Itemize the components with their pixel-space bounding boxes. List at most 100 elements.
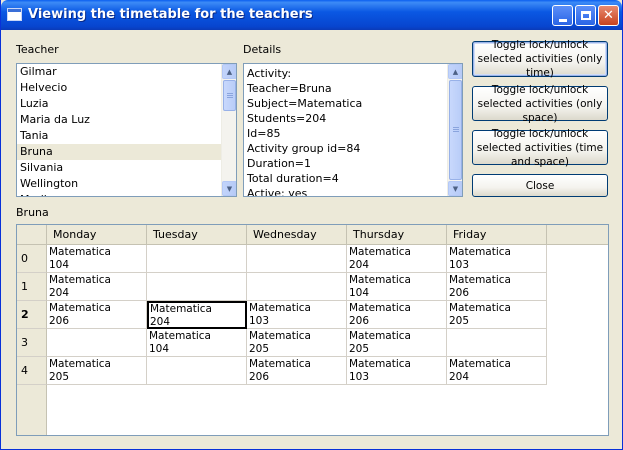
minimize-button[interactable] xyxy=(552,5,573,26)
cell-subject: Matematica xyxy=(449,274,511,286)
header-filler xyxy=(547,225,608,245)
timetable-cell[interactable]: Matematica 205 xyxy=(247,329,347,357)
timetable-cell[interactable]: Matematica 204 xyxy=(47,273,147,301)
details-line: Subject=Matematica xyxy=(247,97,363,110)
teacher-list-item[interactable]: Tania xyxy=(17,128,236,144)
timetable-cell[interactable] xyxy=(147,245,247,273)
maximize-icon xyxy=(580,11,591,20)
column-header-monday[interactable]: Monday xyxy=(47,225,147,245)
cell-students: 204 xyxy=(449,371,470,383)
grip-line xyxy=(453,131,459,132)
cell-students: 206 xyxy=(449,287,470,299)
details-line: Students=204 xyxy=(247,112,327,125)
toggle-lock-space-button[interactable]: Toggle lock/unlock selected activities (… xyxy=(472,84,608,124)
timetable-cell[interactable]: Matematica 103 xyxy=(447,245,547,273)
column-header-thursday[interactable]: Thursday xyxy=(347,225,447,245)
cell-students: 204 xyxy=(49,287,70,299)
toggle-lock-both-button[interactable]: Toggle lock/unlock selected activities (… xyxy=(472,128,608,168)
grip-line xyxy=(453,129,459,130)
cell-subject: Matematica xyxy=(49,358,111,370)
close-button[interactable]: Close xyxy=(472,174,608,197)
timetable-table[interactable]: Monday Tuesday Wednesday Thursday Friday 012… xyxy=(16,224,609,436)
details-line: Activity: xyxy=(247,67,292,80)
scroll-up-arrow-icon[interactable]: ▲ xyxy=(222,64,236,79)
cell-subject: Matematica xyxy=(449,246,511,258)
teacher-list-item[interactable]: Silvania xyxy=(17,160,236,176)
teacher-list[interactable]: Gilmar Helvecio Luzia Maria da Luz Tania Brun… xyxy=(16,63,237,197)
row-header-4[interactable]: 4 xyxy=(17,357,47,385)
timetable-cell[interactable] xyxy=(247,273,347,301)
timetable-cell[interactable]: Matematica 104 xyxy=(47,245,147,273)
cell-students: 205 xyxy=(249,343,270,355)
timetable-cell[interactable] xyxy=(147,357,247,385)
toggle-lock-time-button[interactable]: Toggle lock/unlock selected activities (… xyxy=(472,39,608,79)
cell-students: 104 xyxy=(49,259,70,271)
timetable-cell[interactable]: Matematica 206 xyxy=(347,301,447,329)
teacher-list-item[interactable]: Maria da Luz xyxy=(17,112,236,128)
selected-teacher-label: Bruna xyxy=(16,206,49,219)
details-line: Duration=1 xyxy=(247,157,311,170)
teacher-list-item[interactable]: Marli xyxy=(17,192,236,196)
teacher-label: Teacher xyxy=(16,43,59,56)
cell-subject: Matematica xyxy=(349,274,411,286)
timetable-cell[interactable]: Matematica 204 xyxy=(147,301,247,329)
scroll-down-arrow-icon[interactable]: ▼ xyxy=(448,181,462,196)
close-window-button[interactable]: ✕ xyxy=(598,5,619,26)
cell-students: 206 xyxy=(49,315,70,327)
cell-subject: Matematica xyxy=(349,330,411,342)
column-header-wednesday[interactable]: Wednesday xyxy=(247,225,347,245)
window-icon xyxy=(7,8,22,21)
row-header-2[interactable]: 2 xyxy=(17,301,47,329)
timetable-cell[interactable]: Matematica 204 xyxy=(447,357,547,385)
teacher-list-item[interactable]: Wellington xyxy=(17,176,236,192)
row-header-3[interactable]: 3 xyxy=(17,329,47,357)
window-title: Viewing the timetable for the teachers xyxy=(28,7,313,22)
cell-students: 204 xyxy=(349,259,370,271)
timetable-cell[interactable] xyxy=(47,329,147,357)
timetable-cell[interactable] xyxy=(447,329,547,357)
timetable-cell[interactable]: Matematica 104 xyxy=(347,273,447,301)
close-icon: ✕ xyxy=(603,8,614,23)
cell-students: 204 xyxy=(150,316,171,328)
cell-subject: Matematica xyxy=(449,358,511,370)
row-header-0[interactable]: 0 xyxy=(17,245,47,273)
teacher-list-item[interactable]: Gilmar xyxy=(17,64,236,80)
cell-subject: Matematica xyxy=(150,303,212,315)
cell-students: 206 xyxy=(249,371,270,383)
timetable-cell[interactable]: Matematica 206 xyxy=(47,301,147,329)
timetable-cell[interactable]: Matematica 206 xyxy=(247,357,347,385)
timetable-cell[interactable]: Matematica 104 xyxy=(147,329,247,357)
timetable-cell[interactable] xyxy=(147,273,247,301)
teacher-list-item[interactable]: Bruna xyxy=(17,144,236,160)
scrollbar-thumb[interactable] xyxy=(449,80,462,180)
scroll-down-arrow-icon[interactable]: ▼ xyxy=(222,181,236,196)
title-bar[interactable]: Viewing the timetable for the teachers ✕ xyxy=(1,0,622,30)
timetable-cell[interactable]: Matematica 205 xyxy=(47,357,147,385)
table-corner xyxy=(17,225,47,245)
column-header-tuesday[interactable]: Tuesday xyxy=(147,225,247,245)
row-header-1[interactable]: 1 xyxy=(17,273,47,301)
timetable-cell[interactable]: Matematica 205 xyxy=(347,329,447,357)
cell-students: 206 xyxy=(349,315,370,327)
grip-line xyxy=(227,93,233,94)
timetable-cell[interactable]: Matematica 205 xyxy=(447,301,547,329)
timetable-cell[interactable]: Matematica 103 xyxy=(347,357,447,385)
cell-students: 205 xyxy=(449,315,470,327)
maximize-button[interactable] xyxy=(575,5,596,26)
timetable-cell[interactable]: Matematica 204 xyxy=(347,245,447,273)
teacher-list-item[interactable]: Luzia xyxy=(17,96,236,112)
timetable-cell[interactable]: Matematica 206 xyxy=(447,273,547,301)
timetable-cell[interactable] xyxy=(247,245,347,273)
scrollbar-thumb[interactable] xyxy=(223,80,236,111)
cell-subject: Matematica xyxy=(49,246,111,258)
details-line: Total duration=4 xyxy=(247,172,339,185)
teacher-list-item[interactable]: Helvecio xyxy=(17,80,236,96)
details-text[interactable]: Activity: Teacher=Bruna Subject=Matematica… xyxy=(243,63,463,197)
scroll-up-arrow-icon[interactable]: ▲ xyxy=(448,64,462,79)
timetable-cell[interactable]: Matematica 103 xyxy=(247,301,347,329)
details-line: Teacher=Bruna xyxy=(247,82,332,95)
cell-students: 103 xyxy=(349,371,370,383)
details-scrollbar[interactable]: ▲ ▼ xyxy=(447,64,462,196)
column-header-friday[interactable]: Friday xyxy=(447,225,547,245)
teacher-list-scrollbar[interactable]: ▲ ▼ xyxy=(221,64,236,196)
